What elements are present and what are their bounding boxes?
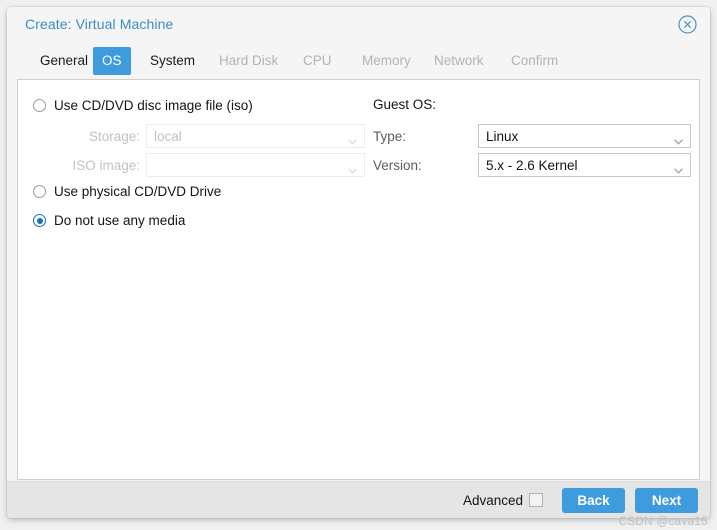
tab-memory: Memory [362, 53, 411, 68]
guest-os-type-select[interactable]: Linux [478, 124, 691, 148]
media-option-physical[interactable]: Use physical CD/DVD Drive [33, 184, 221, 199]
back-button[interactable]: Back [562, 488, 625, 513]
storage-value: local [154, 128, 182, 144]
media-option-none-label: Do not use any media [54, 213, 186, 228]
tab-hard-disk: Hard Disk [219, 53, 279, 68]
tab-system[interactable]: System [141, 47, 204, 75]
dialog-title: Create: Virtual Machine [25, 16, 174, 32]
guest-os-heading: Guest OS: [373, 97, 437, 112]
dialog-titlebar: Create: Virtual Machine [7, 7, 710, 43]
media-option-iso-label: Use CD/DVD disc image file (iso) [54, 98, 253, 113]
iso-image-select [146, 153, 365, 177]
close-circle-icon[interactable] [678, 15, 697, 34]
chevron-down-icon[interactable] [674, 133, 683, 145]
tab-confirm: Confirm [511, 53, 559, 68]
create-vm-dialog: Create: Virtual Machine General OS Syste… [7, 7, 710, 518]
tab-os[interactable]: OS [93, 47, 131, 75]
iso-image-label: ISO image: [72, 158, 140, 173]
guest-os-version-value: 5.x - 2.6 Kernel [486, 157, 578, 173]
dialog-footer: Advanced Back Next [7, 481, 710, 518]
radio-use-physical-drive[interactable] [33, 185, 46, 198]
chevron-down-icon [348, 162, 357, 174]
chevron-down-icon [348, 133, 357, 145]
guest-os-version-label: Version: [373, 158, 422, 173]
guest-os-version-select[interactable]: 5.x - 2.6 Kernel [478, 153, 691, 177]
storage-select: local [146, 124, 365, 148]
storage-label: Storage: [88, 129, 140, 144]
guest-os-type-value: Linux [486, 128, 519, 144]
radio-use-iso[interactable] [33, 99, 46, 112]
tab-cpu: CPU [303, 53, 332, 68]
tab-general[interactable]: General [31, 47, 97, 75]
media-option-iso[interactable]: Use CD/DVD disc image file (iso) [33, 98, 253, 113]
wizard-tabs: General OS System Hard Disk CPU Memory N… [7, 43, 710, 79]
os-step-content: Use CD/DVD disc image file (iso) Storage… [17, 79, 700, 480]
advanced-label: Advanced [462, 493, 523, 508]
next-button[interactable]: Next [635, 488, 698, 513]
media-option-physical-label: Use physical CD/DVD Drive [54, 184, 222, 199]
chevron-down-icon[interactable] [674, 162, 683, 174]
radio-no-media[interactable] [33, 214, 46, 227]
advanced-checkbox[interactable] [529, 493, 543, 507]
media-option-none[interactable]: Do not use any media [33, 213, 185, 228]
guest-os-type-label: Type: [373, 129, 407, 144]
tab-network: Network [434, 53, 484, 68]
